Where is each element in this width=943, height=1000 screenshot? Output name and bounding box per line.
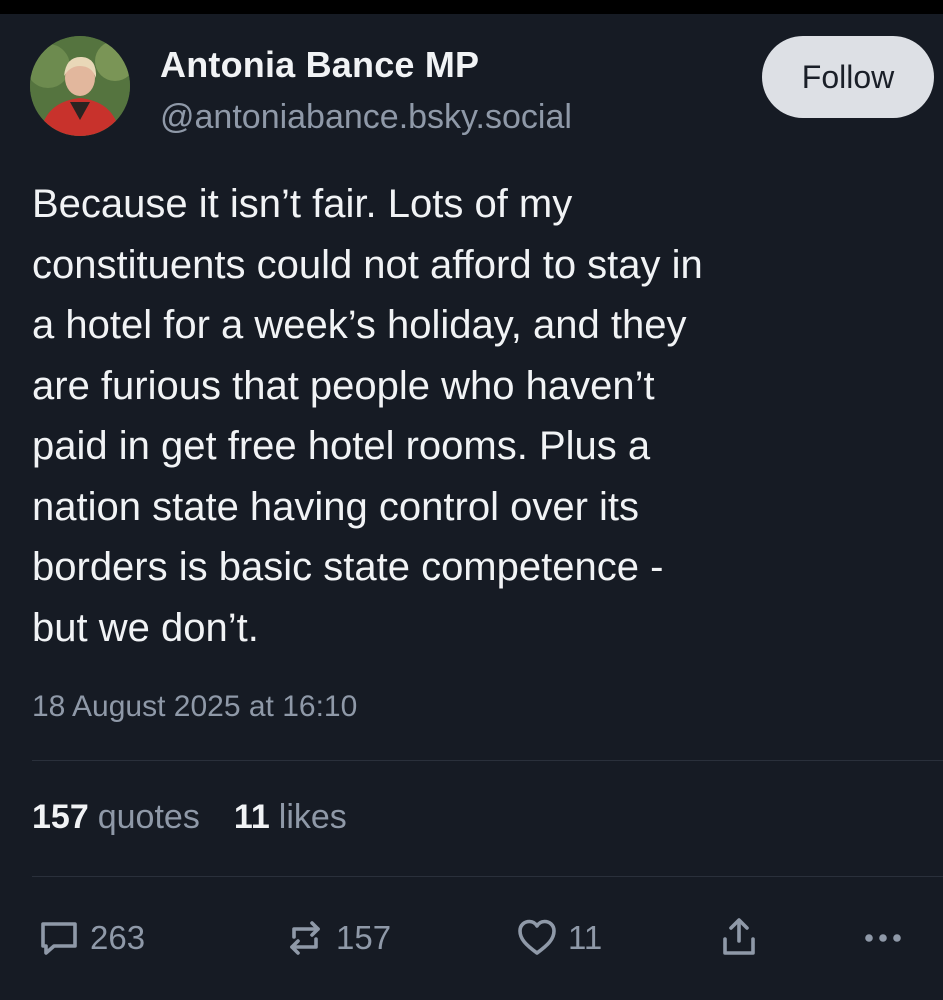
repost-arrows-icon bbox=[282, 915, 328, 961]
action-bar: 263 157 11 bbox=[0, 912, 943, 964]
avatar[interactable] bbox=[30, 36, 130, 136]
repost-count: 157 bbox=[336, 919, 392, 956]
likes-label: likes bbox=[278, 798, 347, 836]
repost-button[interactable]: 157 bbox=[282, 912, 391, 964]
author-name[interactable]: Antonia Bance MP bbox=[160, 44, 479, 86]
author-handle[interactable]: @antoniabance.bsky.social bbox=[160, 98, 572, 137]
share-button[interactable] bbox=[716, 912, 762, 964]
post-card: Antonia Bance MP @antoniabance.bsky.soci… bbox=[0, 14, 943, 1000]
heart-icon bbox=[514, 915, 560, 961]
reply-bubble-icon bbox=[36, 915, 82, 961]
likes-count: 11 bbox=[233, 798, 270, 836]
share-icon bbox=[716, 915, 762, 961]
like-count: 11 bbox=[568, 919, 603, 956]
quotes-label: quotes bbox=[97, 798, 200, 836]
quotes-count: 157 bbox=[32, 798, 89, 836]
quotes-stat[interactable]: 157 quotes bbox=[32, 798, 200, 837]
reply-count: 263 bbox=[90, 919, 146, 956]
more-options-button[interactable] bbox=[860, 912, 906, 964]
reply-button[interactable]: 263 bbox=[36, 912, 145, 964]
post-timestamp: 18 August 2025 at 16:10 bbox=[32, 690, 358, 723]
divider bbox=[32, 760, 943, 761]
like-button[interactable]: 11 bbox=[514, 912, 602, 964]
more-dots-icon bbox=[860, 915, 906, 961]
divider bbox=[32, 876, 943, 877]
likes-stat[interactable]: 11 likes bbox=[234, 798, 347, 837]
post-stats: 157 quotes 11 likes bbox=[32, 798, 347, 837]
post-text: Because it isn’t fair. Lots of my consti… bbox=[32, 182, 703, 650]
follow-button[interactable]: Follow bbox=[762, 36, 934, 118]
